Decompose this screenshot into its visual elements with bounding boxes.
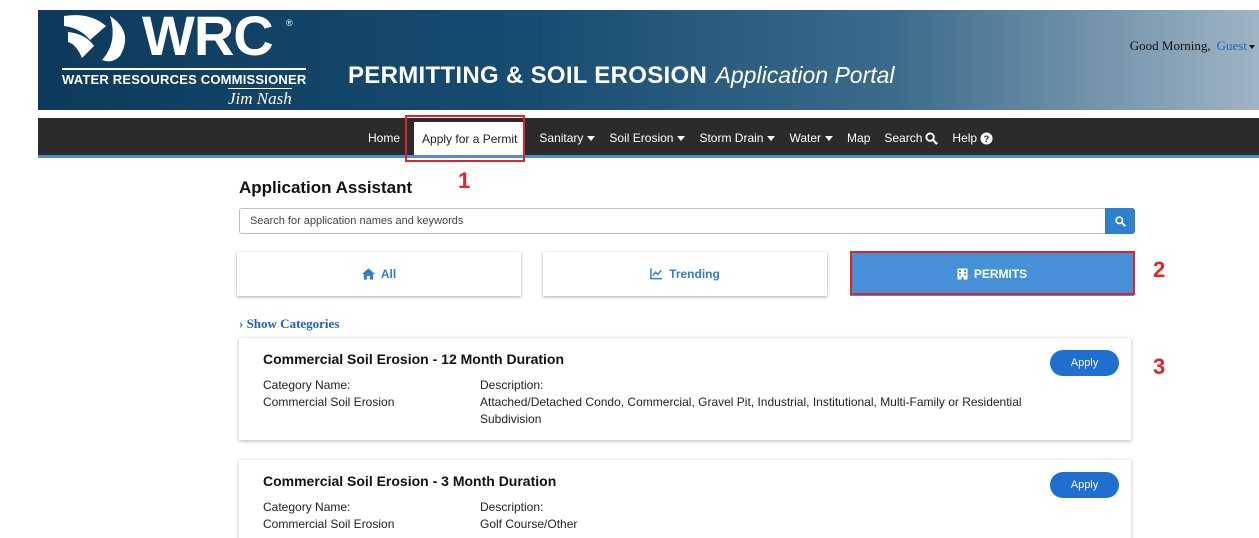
annotation-box-2 [850, 251, 1135, 295]
filter-all-button[interactable]: All [237, 252, 521, 296]
permit-card: Commercial Soil Erosion - 12 Month Durat… [239, 338, 1131, 440]
annotation-marker-1: 1 [458, 168, 471, 193]
search-icon [925, 131, 939, 145]
filter-all-label: All [380, 267, 397, 281]
nav-map[interactable]: Map [847, 131, 870, 145]
nav-sanitary[interactable]: Sanitary [539, 131, 596, 145]
logo-wordmark: WRC [142, 4, 274, 67]
nav-water-label: Water [789, 131, 822, 145]
annotation-marker-3: 3 [1153, 354, 1166, 379]
nav-sanitary-label: Sanitary [539, 131, 584, 145]
wrc-logo[interactable]: WRC ® WATER RESOURCES COMMISSIONER Jim N… [60, 6, 320, 108]
nav-soil-erosion[interactable]: Soil Erosion [609, 131, 686, 145]
permit-card-title: Commercial Soil Erosion - 3 Month Durati… [263, 473, 557, 489]
nav-water[interactable]: Water [789, 131, 834, 145]
home-icon [361, 268, 375, 280]
portal-title-bold: PERMITTING & SOIL EROSION [348, 62, 708, 89]
category-value: Commercial Soil Erosion [263, 395, 395, 409]
category-label: Category Name: [263, 500, 351, 514]
description-label: Description: [480, 378, 544, 392]
chevron-down-icon[interactable] [1249, 45, 1255, 50]
permit-card-title: Commercial Soil Erosion - 12 Month Durat… [263, 351, 565, 367]
filter-trending-button[interactable]: Trending [543, 252, 827, 296]
description-label: Description: [480, 500, 544, 514]
annotation-box-1 [405, 115, 525, 162]
nav-storm-drain-label: Storm Drain [699, 131, 764, 145]
category-value: Commercial Soil Erosion [263, 517, 395, 531]
nav-home-label: Home [368, 131, 401, 145]
category-label: Category Name: [263, 378, 351, 392]
search-bar [239, 208, 1135, 234]
chevron-down-icon [587, 135, 596, 141]
chevron-down-icon [825, 135, 834, 141]
chevron-down-icon [677, 135, 686, 141]
search-icon [1114, 215, 1126, 227]
portal-title: PERMITTING & SOIL EROSION Application Po… [348, 62, 895, 90]
search-button[interactable] [1105, 208, 1135, 234]
show-categories-link[interactable]: › Show Categories [239, 316, 339, 332]
nav-help-label: Help [952, 131, 978, 145]
svg-text:?: ? [984, 133, 990, 143]
nav-map-label: Map [847, 131, 871, 145]
logo-subtitle: WATER RESOURCES COMMISSIONER [62, 68, 307, 87]
question-circle-icon: ? [980, 131, 993, 145]
logo-commissioner-name: Jim Nash [228, 88, 292, 108]
description-value: Attached/Detached Condo, Commercial, Gra… [480, 395, 1022, 426]
filter-trending-label: Trending [669, 267, 720, 281]
nav-storm-drain[interactable]: Storm Drain [699, 131, 776, 145]
greeting-text: Good Morning, [1129, 38, 1211, 53]
registered-mark: ® [286, 18, 293, 28]
nav-soil-erosion-label: Soil Erosion [609, 131, 674, 145]
user-greeting: Good Morning, Guest [1130, 38, 1255, 54]
portal-title-italic: Application Portal [715, 62, 895, 88]
line-chart-icon [650, 268, 663, 280]
nav-search-label: Search [884, 131, 923, 145]
water-drop-logo-icon [64, 15, 126, 62]
header-banner: WRC ® WATER RESOURCES COMMISSIONER Jim N… [38, 6, 1259, 110]
nav-home[interactable]: Home [368, 131, 400, 145]
main-nav: Home Apply for a Permit Sanitary Soil Er… [38, 118, 1259, 158]
permit-card: Commercial Soil Erosion - 3 Month Durati… [239, 460, 1131, 538]
nav-search[interactable]: Search [884, 131, 939, 145]
user-menu-toggle[interactable]: Guest [1217, 38, 1247, 53]
page-title: Application Assistant [239, 178, 413, 197]
description-value: Golf Course/Other [480, 517, 578, 531]
nav-help[interactable]: Help ? [952, 131, 993, 145]
apply-button[interactable]: Apply [1050, 350, 1119, 376]
chevron-down-icon [767, 135, 776, 141]
search-input[interactable] [240, 209, 1106, 233]
annotation-marker-2: 2 [1153, 257, 1166, 282]
apply-button[interactable]: Apply [1050, 472, 1119, 498]
